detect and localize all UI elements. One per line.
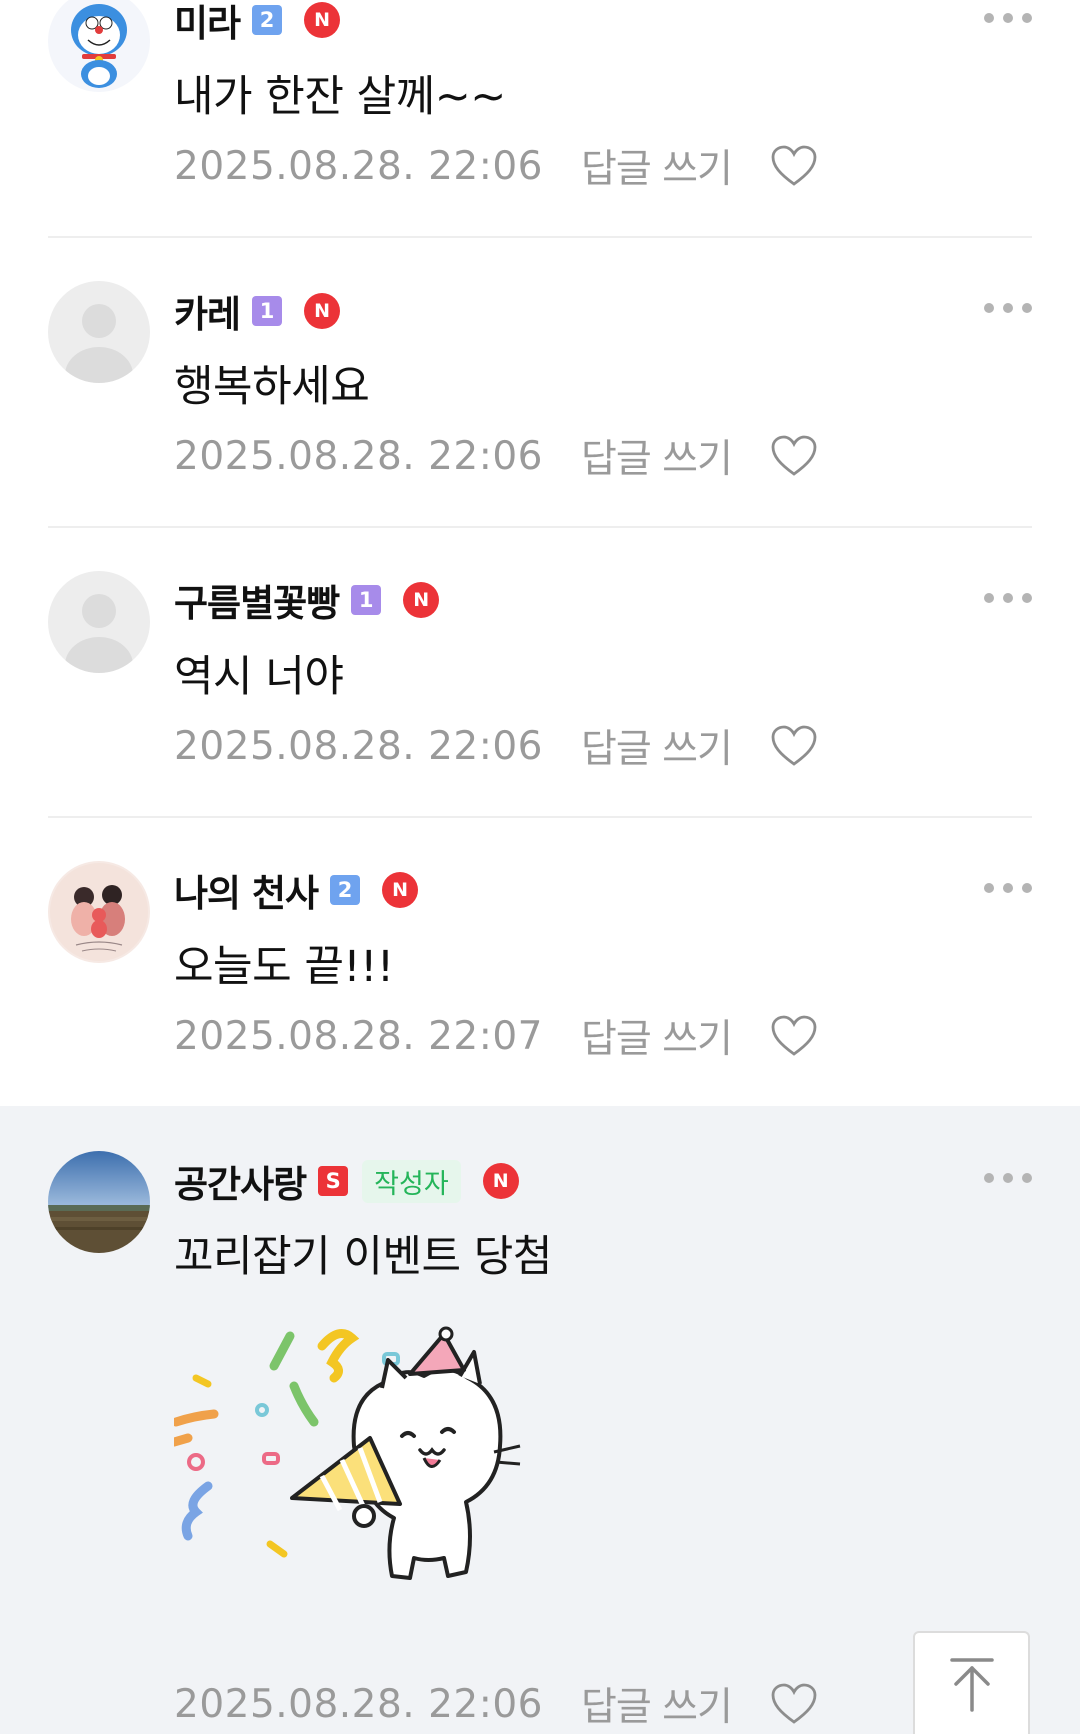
author-name[interactable]: 카레 [174, 284, 241, 338]
comment-timestamp: 2025.08.28. 22:06 [174, 1681, 543, 1727]
more-dots-icon[interactable] [984, 592, 1032, 604]
heart-icon[interactable] [770, 144, 818, 188]
comment-text: 꼬리잡기 이벤트 당첨 [174, 1232, 552, 1282]
default-avatar-icon [48, 281, 150, 383]
party-cat-sticker-icon [174, 1326, 521, 1580]
comment-meta: 2025.08.28. 22:07 답글 쓰기 [174, 1008, 818, 1064]
avatar[interactable] [48, 0, 150, 92]
new-badge: N [482, 1163, 519, 1199]
comment-meta: 2025.08.28. 22:06 답글 쓰기 [174, 138, 818, 194]
member-level-badge: S [318, 1166, 349, 1196]
doraemon-avatar-icon [48, 0, 150, 92]
more-dots-icon[interactable] [984, 302, 1032, 314]
more-dots-icon[interactable] [984, 882, 1032, 894]
comment-timestamp: 2025.08.28. 22:06 [174, 143, 543, 189]
comment-meta: 2025.08.28. 22:06 답글 쓰기 [174, 428, 818, 484]
author-row: 미라 2 N [174, 0, 341, 47]
scroll-top-button[interactable] [913, 1631, 1030, 1734]
member-level-badge: 1 [252, 296, 283, 326]
reply-button[interactable]: 답글 쓰기 [581, 1676, 733, 1732]
member-level-badge: 2 [330, 875, 361, 905]
author-name[interactable]: 공간사랑 [174, 1154, 307, 1208]
heart-icon[interactable] [770, 1682, 818, 1726]
author-name[interactable]: 미라 [174, 0, 241, 47]
heart-icon[interactable] [770, 434, 818, 478]
comment-text: 내가 한잔 살께~~ [174, 72, 506, 122]
new-badge: N [304, 2, 341, 38]
author-name[interactable]: 나의 천사 [174, 863, 319, 917]
author-row: 카레 1 N [174, 284, 341, 338]
reply-button[interactable]: 답글 쓰기 [581, 718, 733, 774]
new-badge: N [382, 872, 419, 908]
author-row: 공간사랑 S 작성자 N [174, 1154, 519, 1208]
new-badge: N [304, 293, 341, 329]
comment-item: 카레 1 N 행복하세요 2025.08.28. 22:06 답글 쓰기 [0, 238, 1080, 526]
comment-meta: 2025.08.28. 22:06 답글 쓰기 [174, 718, 818, 774]
author-name[interactable]: 구름별꽃빵 [174, 573, 340, 627]
comment-timestamp: 2025.08.28. 22:06 [174, 723, 543, 769]
avatar[interactable] [48, 861, 150, 963]
avatar[interactable] [48, 1151, 150, 1253]
arrow-up-to-top-icon [949, 1657, 994, 1712]
comment-meta: 2025.08.28. 22:06 답글 쓰기 [174, 1676, 818, 1732]
comment-item: 나의 천사 2 N 오늘도 끝!!! 2025.08.28. 22:07 답글 … [0, 818, 1080, 1106]
new-badge: N [403, 582, 440, 618]
avatar[interactable] [48, 571, 150, 673]
member-level-badge: 1 [351, 585, 382, 615]
family-illustration-avatar-icon [48, 861, 150, 963]
reply-button[interactable]: 답글 쓰기 [581, 138, 733, 194]
comment-item: 구름별꽃빵 1 N 역시 너야 2025.08.28. 22:06 답글 쓰기 [0, 528, 1080, 816]
heart-icon[interactable] [770, 724, 818, 768]
comment-item: 미라 2 N 내가 한잔 살께~~ 2025.08.28. 22:06 답글 쓰… [0, 0, 1080, 236]
comment-timestamp: 2025.08.28. 22:07 [174, 1013, 543, 1059]
more-dots-icon[interactable] [984, 1172, 1032, 1184]
author-badge: 작성자 [362, 1159, 461, 1203]
author-row: 구름별꽃빵 1 N [174, 573, 440, 627]
reply-button[interactable]: 답글 쓰기 [581, 1008, 733, 1064]
heart-icon[interactable] [770, 1014, 818, 1058]
comment-text: 행복하세요 [174, 362, 370, 412]
avatar[interactable] [48, 281, 150, 383]
more-dots-icon[interactable] [984, 12, 1032, 24]
landscape-avatar-icon [48, 1151, 150, 1253]
comment-text: 오늘도 끝!!! [174, 942, 394, 992]
member-level-badge: 2 [252, 5, 283, 35]
reply-button[interactable]: 답글 쓰기 [581, 428, 733, 484]
author-row: 나의 천사 2 N [174, 863, 419, 917]
comment-text: 역시 너야 [174, 652, 344, 702]
comment-timestamp: 2025.08.28. 22:06 [174, 433, 543, 479]
default-avatar-icon [48, 571, 150, 673]
